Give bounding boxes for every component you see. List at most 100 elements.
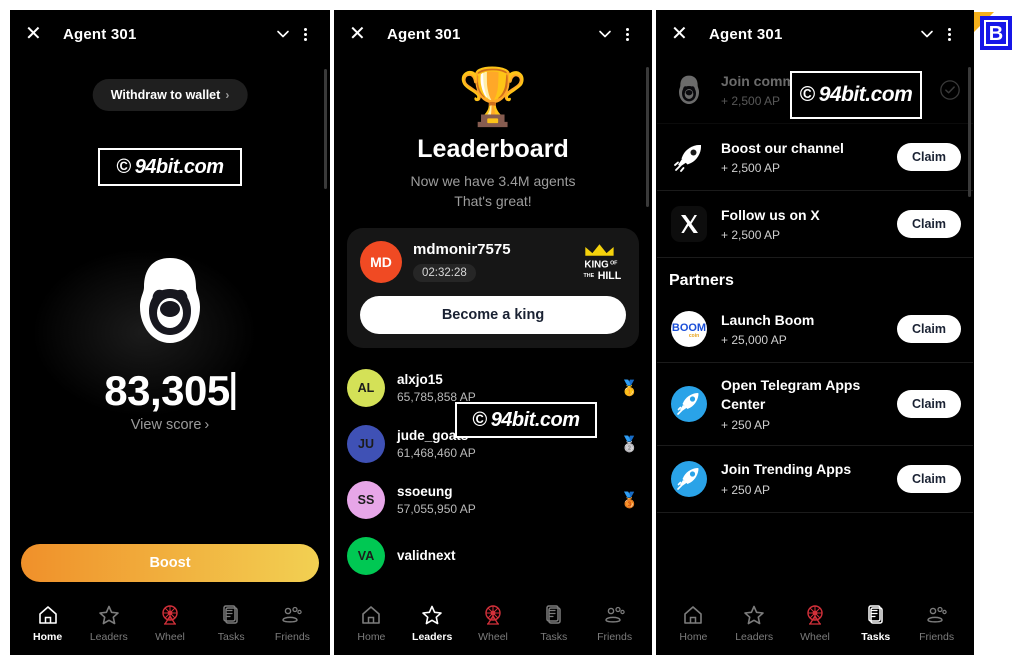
task-info: Follow us on X + 2,500 AP [721, 206, 885, 243]
nav-item-wheel[interactable]: Wheel [785, 603, 846, 643]
ferris-wheel-icon [803, 603, 827, 627]
withdraw-to-wallet-button[interactable]: Withdraw to wallet › [92, 79, 248, 111]
scrollbar[interactable] [646, 67, 649, 207]
more-options-icon[interactable] [939, 26, 959, 43]
become-a-king-button[interactable]: Become a king [360, 295, 626, 334]
leaderboard-row[interactable]: VA validnext [347, 528, 639, 584]
top-bar: ✕ Agent 301 [657, 11, 973, 57]
b-logo-badge: B [974, 12, 1012, 50]
task-info: Launch Boom + 25,000 AP [721, 311, 885, 348]
task-info: Join Trending Apps + 250 AP [721, 460, 885, 497]
nav-label: Wheel [800, 631, 830, 643]
boost-button[interactable]: Boost [21, 544, 319, 582]
close-icon[interactable]: ✕ [349, 24, 373, 44]
top-bar: ✕ Agent 301 [11, 11, 329, 57]
copyright-icon: © [472, 408, 487, 431]
leader-username: validnext [397, 548, 456, 564]
withdraw-label: Withdraw to wallet [110, 88, 221, 102]
task-title: Boost our channel [721, 139, 844, 156]
claim-button[interactable]: Claim [896, 464, 961, 493]
more-options-icon[interactable] [295, 26, 315, 43]
task-reward: + 250 AP [721, 417, 771, 432]
nav-item-leaders[interactable]: Leaders [402, 603, 463, 643]
nav-label: Tasks [540, 631, 568, 643]
king-timer: 02:32:28 [413, 264, 476, 283]
chevron-down-icon[interactable] [915, 26, 939, 42]
partner-list: BOOM coin Launch Boom + 25,000 AP Claim Open … [657, 296, 973, 513]
task-row[interactable]: Open Telegram Apps Center + 250 AP Claim [657, 363, 973, 446]
nav-item-home[interactable]: Home [663, 603, 724, 643]
chevron-down-icon[interactable] [593, 26, 617, 42]
task-title: Follow us on X [721, 206, 820, 223]
friends-icon [925, 603, 949, 627]
friends-icon [280, 603, 304, 627]
nav-item-wheel[interactable]: Wheel [139, 603, 200, 643]
friends-icon [603, 603, 627, 627]
ferris-wheel-icon [481, 603, 505, 627]
svg-text:KING: KING [584, 259, 608, 270]
king-of-the-hill-badge: KING OF THE HILL [584, 244, 622, 282]
phone-panel-home: ✕ Agent 301 Withdraw to wallet › 83,305 [10, 10, 330, 655]
task-reward: + 25,000 AP [721, 333, 787, 348]
top-bar: ✕ Agent 301 [335, 11, 651, 57]
ape-logo[interactable] [116, 255, 224, 347]
watermark-text: 94bit.com [490, 408, 580, 431]
star-icon [742, 603, 766, 627]
view-score-label: View score [130, 417, 202, 433]
claim-button[interactable]: Claim [896, 210, 961, 238]
b-logo-letter: B [989, 23, 1003, 45]
nav-item-friends[interactable]: Friends [262, 603, 323, 643]
task-row[interactable]: Boost our channel + 2,500 AP Claim [657, 124, 973, 191]
leaderboard-row[interactable]: SS ssoeung 57,055,950 AP 🥉 [347, 472, 639, 528]
nav-item-friends[interactable]: Friends [584, 603, 645, 643]
bottom-nav-home: Home Leaders Wheel Tasks Friends [11, 594, 329, 654]
nav-item-tasks[interactable]: Tasks [523, 603, 584, 643]
task-row[interactable]: BOOM coin Launch Boom + 25,000 AP Claim [657, 296, 973, 363]
leader-info: ssoeung 57,055,950 AP [397, 484, 476, 516]
svg-text:coin: coin [689, 333, 699, 339]
task-row[interactable]: Follow us on X + 2,500 AP Claim [657, 191, 973, 258]
task-title: Open Telegram Apps Center [721, 377, 861, 412]
leader-info: validnext [397, 548, 456, 563]
view-score-link[interactable]: View score › [131, 417, 210, 433]
svg-text:OF: OF [610, 260, 618, 266]
claim-button[interactable]: Claim [896, 389, 961, 418]
watermark-text: 94bit.com [818, 83, 913, 106]
telegram-rocket-icon [669, 459, 709, 499]
nav-label: Tasks [861, 631, 891, 643]
medal-icon: 🥈 [620, 435, 639, 453]
page-title: Agent 301 [387, 25, 461, 43]
task-reward: + 250 AP [721, 483, 771, 498]
nav-item-leaders[interactable]: Leaders [724, 603, 785, 643]
task-info: Boost our channel + 2,500 AP [721, 139, 885, 176]
nav-item-leaders[interactable]: Leaders [78, 603, 139, 643]
nav-label: Leaders [735, 631, 774, 643]
nav-label: Friends [919, 631, 955, 643]
nav-label: Friends [274, 631, 310, 643]
claim-button[interactable]: Claim [896, 315, 961, 343]
more-options-icon[interactable] [617, 26, 637, 43]
subtitle-line-2: That's great! [454, 192, 532, 209]
leader-username: alxjo15 [397, 371, 443, 387]
claim-button[interactable]: Claim [896, 143, 961, 171]
task-row[interactable]: Join Trending Apps + 250 AP Claim [657, 446, 973, 513]
nav-item-friends[interactable]: Friends [906, 603, 967, 643]
nav-item-home[interactable]: Home [17, 603, 78, 643]
scrollbar[interactable] [324, 69, 327, 189]
clipboard-icon [864, 603, 888, 627]
close-icon[interactable]: ✕ [25, 24, 49, 44]
page-title: Agent 301 [63, 25, 137, 43]
nav-item-wheel[interactable]: Wheel [463, 603, 524, 643]
nav-label: Home [33, 631, 63, 643]
clipboard-icon [542, 603, 566, 627]
chevron-down-icon[interactable] [271, 26, 295, 42]
screenshot-root: ✕ Agent 301 Withdraw to wallet › 83,305 [0, 0, 1024, 665]
close-icon[interactable]: ✕ [671, 24, 695, 44]
scrollbar[interactable] [968, 67, 971, 197]
svg-text:HILL: HILL [598, 270, 622, 282]
page-title: Agent 301 [709, 25, 783, 43]
nav-item-tasks[interactable]: Tasks [845, 603, 906, 643]
home-icon [36, 603, 60, 627]
nav-item-tasks[interactable]: Tasks [201, 603, 262, 643]
nav-item-home[interactable]: Home [341, 603, 402, 643]
